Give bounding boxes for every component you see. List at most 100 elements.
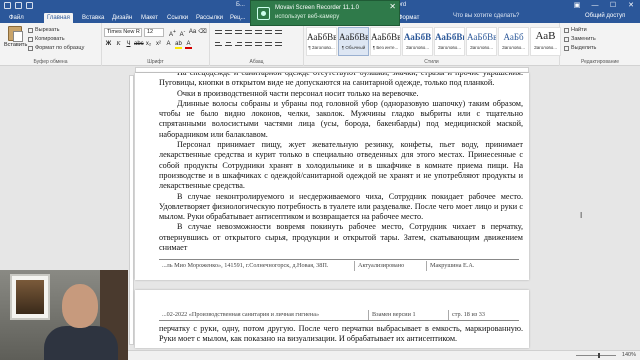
font-size-select[interactable]: 12 xyxy=(144,28,164,37)
shrink-font-icon[interactable]: A- xyxy=(178,28,187,38)
style-normal[interactable]: АаБбВвГ ¶ Обычный xyxy=(338,27,369,56)
zoom-level[interactable]: 140% xyxy=(622,352,636,358)
replace-button[interactable]: Заменить xyxy=(564,36,596,42)
tab-review[interactable]: Рец... xyxy=(227,13,249,23)
text-effects-button[interactable]: A xyxy=(164,40,173,49)
zoom-slider-thumb[interactable] xyxy=(598,353,600,358)
tab-insert[interactable]: Вставка xyxy=(79,13,107,23)
style-name: Заголово... xyxy=(438,45,461,50)
numbering-icon[interactable] xyxy=(224,28,233,37)
paragraph[interactable]: В случае невозможности вовремя покинуть … xyxy=(159,222,523,253)
font-color-button[interactable]: A xyxy=(184,40,193,49)
document-page[interactable]: На спецодежде и санитарной одежде отсутс… xyxy=(135,73,529,280)
style-name: Заголово... xyxy=(470,45,493,50)
style-name: ¶ Без инте... xyxy=(372,45,399,50)
copy-icon xyxy=(28,36,33,42)
document-body[interactable]: На спецодежде и санитарной одежде отсутс… xyxy=(159,73,523,253)
bullets-icon[interactable] xyxy=(214,28,223,37)
style-sample: АаБбВвГ xyxy=(371,32,400,42)
shading-icon[interactable] xyxy=(264,40,273,49)
justify-icon[interactable] xyxy=(244,40,253,49)
copy-label: Копировать xyxy=(35,36,65,42)
format-painter-label: Формат по образцу xyxy=(35,45,85,51)
paragraph[interactable]: Длинные волосы собраны и убраны под голо… xyxy=(159,99,523,140)
document-page-2[interactable]: ...02-2022 «Производственная санитария и… xyxy=(135,290,529,348)
format-painter-button[interactable]: Формат по образцу xyxy=(28,45,84,51)
tab-file[interactable]: Файл xyxy=(6,13,27,23)
webcam-overlay xyxy=(0,270,128,360)
styles-group: АаБбВвГ ¶ Заголово... АаБбВвГ ¶ Обычный … xyxy=(304,23,561,66)
paragraph[interactable]: На спецодежде и санитарной одежде отсутс… xyxy=(159,73,523,89)
style-title[interactable]: АаВ Заголово... xyxy=(530,27,561,56)
paragraph[interactable]: Очки в производственной части персонал н… xyxy=(159,89,523,99)
document-body-2[interactable]: перчатку с руки, одну, потом другую. Пос… xyxy=(159,324,523,345)
align-right-icon[interactable] xyxy=(234,40,243,49)
minimize-button[interactable]: — xyxy=(586,0,604,12)
recorder-subtitle: использует веб-камеру xyxy=(275,14,340,20)
paste-icon xyxy=(8,26,23,42)
page-footer: ...ль Мио Мороженко», 141591, г.Солнечно… xyxy=(159,261,519,272)
copy-button[interactable]: Копировать xyxy=(28,36,65,42)
show-marks-icon[interactable] xyxy=(274,28,283,37)
italic-button[interactable]: К xyxy=(114,40,123,49)
select-button[interactable]: Выделить xyxy=(564,45,596,51)
mouse-cursor-icon: I xyxy=(580,211,583,220)
bold-button[interactable]: Ж xyxy=(104,40,113,49)
tab-layout[interactable]: Макет xyxy=(138,13,161,23)
clear-format-icon[interactable]: ⌫ xyxy=(198,28,207,37)
font-name-select[interactable]: Times New R xyxy=(104,28,142,37)
header-version: Взамен версии 1 xyxy=(369,310,449,320)
superscript-button[interactable]: x² xyxy=(154,40,163,49)
style-heading-3[interactable]: АаБбВв Заголово... xyxy=(466,27,497,56)
style-heading-2[interactable]: АаБбВв Заголово... xyxy=(434,27,465,56)
paragraph[interactable]: Персонал принимает пищу, жует жевательну… xyxy=(159,140,523,191)
align-left-icon[interactable] xyxy=(214,40,223,49)
replace-icon xyxy=(564,36,569,42)
select-label: Выделить xyxy=(571,45,597,51)
tell-me-search[interactable]: Что вы хотите сделать? xyxy=(453,13,519,19)
maximize-button[interactable]: ☐ xyxy=(604,0,622,12)
paragraph[interactable]: перчатку с руки, одну, потом другую. Пос… xyxy=(159,324,523,345)
vertical-ruler[interactable] xyxy=(129,75,134,345)
undo-icon[interactable] xyxy=(15,2,22,9)
strikethrough-button[interactable]: abc xyxy=(134,40,144,49)
find-button[interactable]: Найти xyxy=(564,27,587,33)
share-button[interactable]: Общий доступ xyxy=(585,13,625,19)
tab-mailings[interactable]: Рассылки xyxy=(193,13,226,23)
list-row xyxy=(214,28,283,37)
paragraph[interactable]: В случае неконтролируемого и несдерживае… xyxy=(159,192,523,223)
redo-icon[interactable] xyxy=(26,2,33,9)
change-case-icon[interactable]: Aa xyxy=(188,28,197,37)
borders-icon[interactable] xyxy=(274,40,283,49)
highlight-button[interactable]: ab xyxy=(174,40,183,49)
style-heading-1[interactable]: АаБбВ Заголово... xyxy=(402,27,433,56)
style-name: Заголово... xyxy=(534,45,557,50)
paste-button[interactable]: Вставить xyxy=(4,26,27,52)
style-name: ¶ Заголово... xyxy=(308,45,335,50)
style-heading-4[interactable]: АаБб Заголово... xyxy=(498,27,529,56)
line-spacing-icon[interactable] xyxy=(254,40,263,49)
close-button[interactable]: ✕ xyxy=(622,0,640,12)
multilevel-list-icon[interactable] xyxy=(234,28,243,37)
cut-button[interactable]: Вырезать xyxy=(28,27,59,33)
save-icon[interactable] xyxy=(4,2,11,9)
paragraph-group-label: Абзац xyxy=(249,59,264,65)
align-center-icon[interactable] xyxy=(224,40,233,49)
tab-design[interactable]: Дизайн xyxy=(109,13,135,23)
ribbon-options-button[interactable]: ▣ xyxy=(568,0,586,12)
recorder-notification[interactable]: Movavi Screen Recorder 11.1.0 использует… xyxy=(250,0,400,26)
style-heading[interactable]: АаБбВвГ ¶ Заголово... xyxy=(306,27,337,56)
increase-indent-icon[interactable] xyxy=(254,28,263,37)
style-no-spacing[interactable]: АаБбВвГ ¶ Без инте... xyxy=(370,27,401,56)
decrease-indent-icon[interactable] xyxy=(244,28,253,37)
tab-references[interactable]: Ссылки xyxy=(164,13,191,23)
zoom-slider[interactable] xyxy=(576,355,616,356)
style-sample: АаБбВв xyxy=(467,32,496,42)
sort-icon[interactable] xyxy=(264,28,273,37)
underline-button[interactable]: Ч xyxy=(124,40,133,49)
webcam-icon xyxy=(257,7,270,20)
recorder-close-button[interactable]: ✕ xyxy=(389,3,396,11)
subscript-button[interactable]: x₂ xyxy=(144,40,153,49)
grow-font-icon[interactable]: A+ xyxy=(168,28,177,38)
tab-home[interactable]: Главная xyxy=(44,13,73,23)
